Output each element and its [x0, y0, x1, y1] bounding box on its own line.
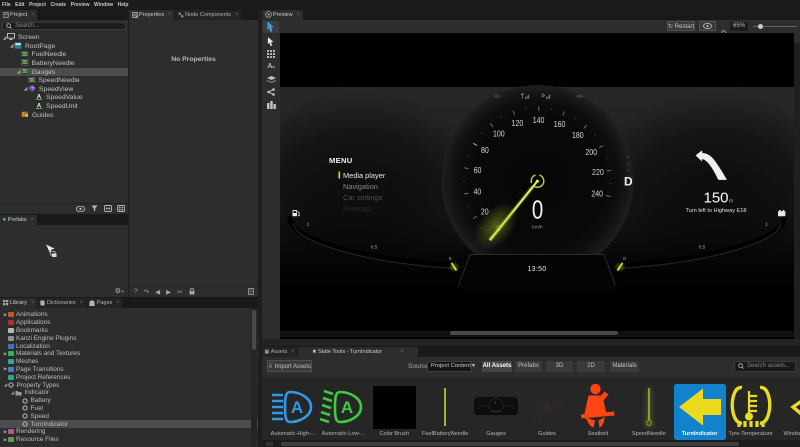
- svg-text:180: 180: [572, 131, 584, 141]
- svg-text:Forecast: Forecast: [343, 204, 372, 213]
- svg-text:Media player: Media player: [343, 171, 386, 180]
- svg-text:160: 160: [554, 119, 566, 129]
- svg-text:1: 1: [765, 222, 768, 227]
- svg-text:140: 140: [533, 115, 545, 125]
- svg-text:1: 1: [307, 222, 310, 227]
- svg-text:60: 60: [474, 166, 482, 176]
- svg-text:A: A: [291, 398, 303, 417]
- svg-text:120: 120: [512, 119, 524, 129]
- svg-text:Navigation: Navigation: [343, 182, 378, 191]
- svg-text:D: D: [624, 175, 633, 189]
- svg-text:13:50: 13:50: [527, 266, 546, 273]
- svg-text:A: A: [37, 94, 42, 101]
- svg-text:Car settings: Car settings: [343, 193, 383, 202]
- svg-text:MENU: MENU: [329, 156, 353, 165]
- svg-text:220: 220: [592, 168, 604, 178]
- svg-text:150: 150: [703, 190, 728, 207]
- svg-text:80: 80: [481, 145, 489, 155]
- svg-text:N: N: [627, 168, 630, 173]
- svg-text:0: 0: [623, 256, 626, 261]
- svg-text:240: 240: [591, 189, 603, 199]
- svg-text:0.5: 0.5: [371, 245, 378, 250]
- svg-text:0: 0: [449, 256, 452, 261]
- svg-text:0: 0: [532, 195, 543, 224]
- svg-text:40: 40: [473, 187, 481, 197]
- svg-text:P: P: [627, 155, 630, 160]
- svg-text:A: A: [341, 398, 353, 417]
- svg-text:100: 100: [493, 129, 505, 139]
- svg-text:Turn left to Highway E18: Turn left to Highway E18: [685, 208, 746, 214]
- svg-text:A: A: [37, 102, 42, 109]
- svg-text:200: 200: [585, 147, 597, 157]
- svg-text:0.5: 0.5: [699, 245, 706, 250]
- svg-text:km/h: km/h: [532, 225, 543, 231]
- svg-text:m: m: [729, 199, 733, 205]
